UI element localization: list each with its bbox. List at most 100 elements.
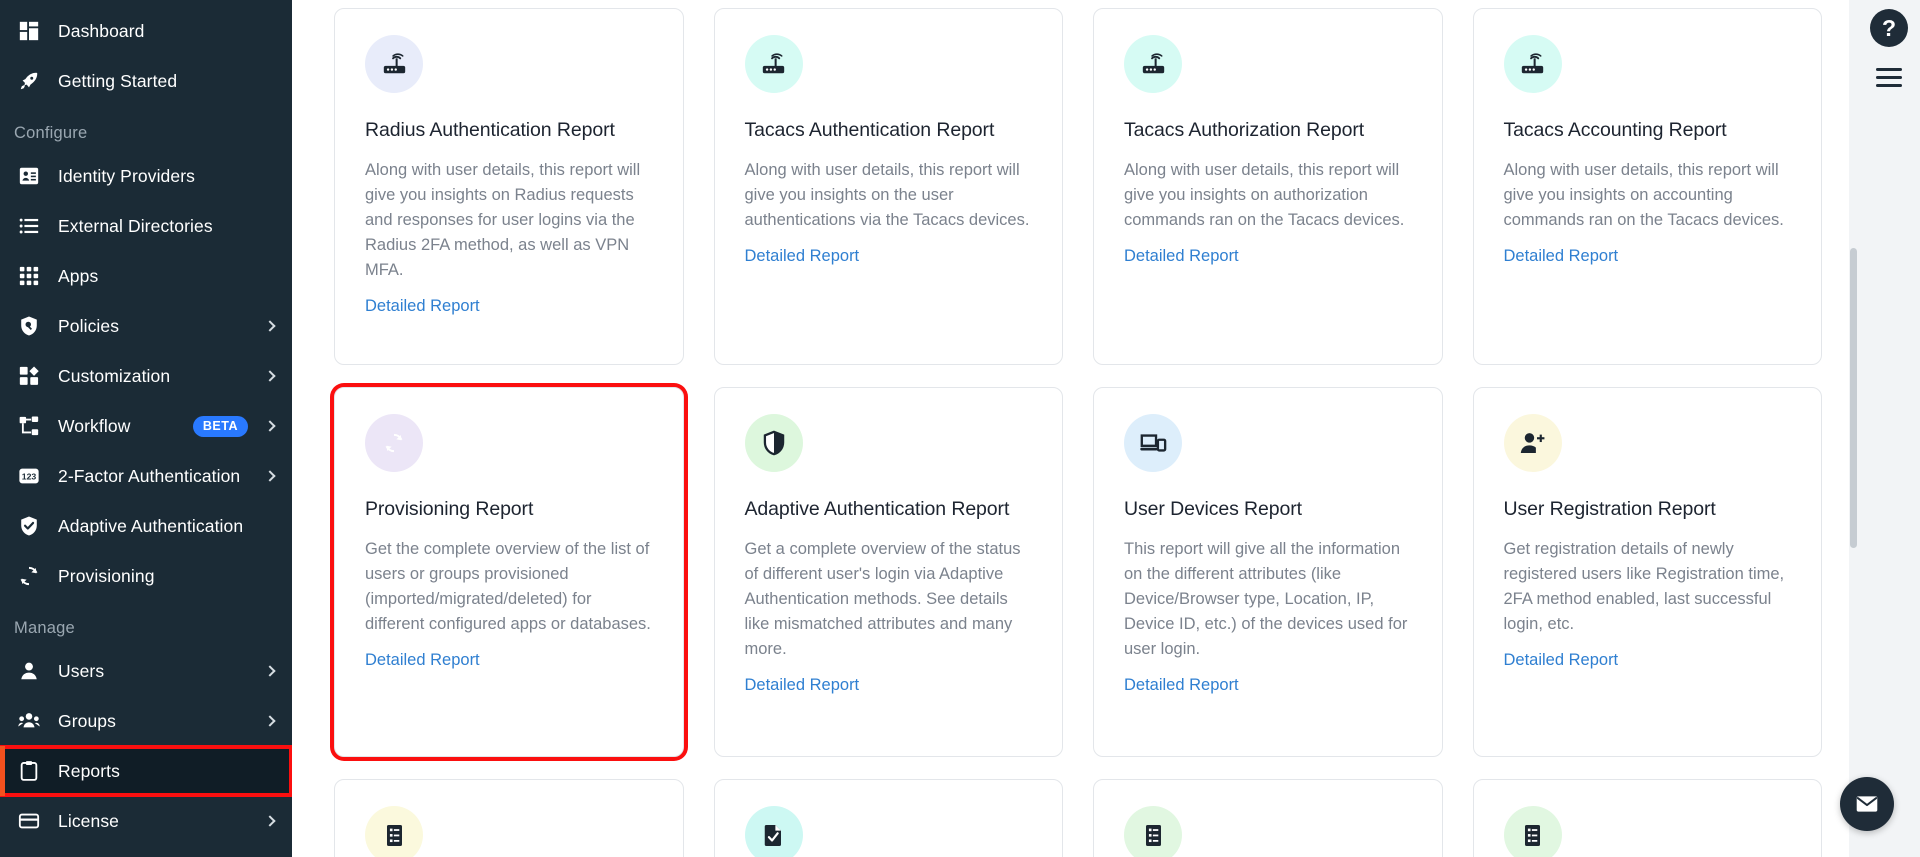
sidebar-item-label: Reports: [58, 760, 120, 781]
detailed-report-link[interactable]: Detailed Report: [745, 676, 860, 694]
router-wifi-icon: [383, 52, 405, 73]
report-card-icon: [1124, 414, 1182, 472]
document-list-icon: [1145, 824, 1161, 846]
workflow-icon: [19, 416, 39, 436]
beta-badge: BETA: [192, 415, 248, 437]
numbers-123-icon: 123: [14, 464, 44, 488]
sidebar-item-license[interactable]: License: [0, 796, 292, 846]
report-card[interactable]: [334, 779, 684, 857]
sidebar-item-groups[interactable]: Groups: [0, 696, 292, 746]
right-utility-rail: ?: [1858, 0, 1920, 857]
detailed-report-link[interactable]: Detailed Report: [745, 247, 860, 265]
report-card[interactable]: Tacacs Authorization Report Along with u…: [1093, 8, 1443, 365]
main-scrollbar-track[interactable]: [1849, 0, 1858, 857]
detailed-report-link[interactable]: Detailed Report: [1504, 651, 1619, 669]
chevron-right-icon[interactable]: [264, 815, 276, 827]
sidebar-item-policies[interactable]: Policies: [0, 301, 292, 351]
sidebar-item-customization[interactable]: Customization: [0, 351, 292, 401]
devices-icon: [1140, 434, 1167, 452]
sidebar-item-provisioning[interactable]: Provisioning: [0, 551, 292, 601]
report-card[interactable]: Radius Authentication Report Along with …: [334, 8, 684, 365]
sidebar-item-2-factor-authentication[interactable]: 123 2-Factor Authentication: [0, 451, 292, 501]
detailed-report-link[interactable]: Detailed Report: [1504, 247, 1619, 265]
user-icon: [14, 659, 44, 683]
envelope-icon: [1856, 796, 1878, 812]
svg-text:123: 123: [22, 472, 37, 482]
detailed-report-link[interactable]: Detailed Report: [365, 651, 480, 669]
shield-icon: [763, 430, 784, 456]
sidebar-item-getting-started[interactable]: Getting Started: [0, 56, 292, 106]
grid-apps-icon: [14, 264, 44, 288]
sync-icon: [14, 564, 44, 588]
report-card-description: Along with user details, this report wil…: [1503, 161, 1784, 230]
sidebar-item-label: Identity Providers: [58, 165, 195, 186]
grid-apps-icon: [19, 266, 39, 286]
sidebar-item-dashboard[interactable]: Dashboard: [0, 6, 292, 56]
contact-chat-button[interactable]: [1840, 777, 1894, 831]
report-card[interactable]: [713, 779, 1063, 857]
shield-check-icon: [14, 514, 44, 538]
numbers-123-icon: 123: [19, 468, 39, 484]
report-card-icon: [744, 414, 803, 472]
chevron-right-icon[interactable]: [264, 470, 276, 482]
workflow-icon: [14, 414, 44, 438]
report-card[interactable]: Provisioning Report Get the complete ove…: [334, 387, 684, 757]
report-card[interactable]: Adaptive Authentication Report Get a com…: [713, 387, 1063, 757]
report-card-icon: [365, 35, 423, 93]
sidebar-item-label: Getting Started: [58, 70, 178, 91]
report-card-icon: [1124, 806, 1182, 857]
help-button[interactable]: ?: [1870, 9, 1908, 47]
report-card-title: Tacacs Authentication Report: [744, 119, 995, 141]
sidebar-item-reports[interactable]: Reports: [0, 745, 292, 797]
sidebar-item-label: License: [58, 810, 120, 831]
chevron-right-icon[interactable]: [264, 370, 276, 382]
report-card[interactable]: User Devices Report This report will giv…: [1093, 387, 1443, 757]
sidebar-section-title: Manage: [14, 619, 75, 637]
report-card[interactable]: User Registration Report Get registratio…: [1472, 387, 1822, 757]
sync-icon: [20, 566, 38, 586]
card-icon: [18, 813, 40, 829]
chevron-right-icon[interactable]: [264, 420, 276, 432]
report-card[interactable]: Tacacs Accounting Report Along with user…: [1472, 8, 1822, 365]
reports-main-content: Radius Authentication Report Along with …: [292, 0, 1858, 857]
sidebar-item-apps[interactable]: Apps: [0, 251, 292, 301]
detailed-report-link[interactable]: Detailed Report: [1124, 247, 1239, 265]
report-card[interactable]: [1472, 779, 1822, 857]
document-list-icon: [1525, 824, 1540, 846]
report-card-row: Radius Authentication Report Along with …: [334, 8, 1822, 365]
sidebar-item-external-directories[interactable]: External Directories: [0, 201, 292, 251]
report-cards-grid: Radius Authentication Report Along with …: [292, 0, 1858, 857]
sidebar-section-title: Configure: [14, 124, 88, 142]
customization-icon: [19, 366, 39, 385]
main-scrollbar-thumb[interactable]: [1850, 248, 1857, 548]
groups-icon: [14, 709, 44, 733]
document-list-icon: [386, 824, 402, 846]
sidebar-item-workflow[interactable]: Workflow BETA: [0, 401, 292, 451]
clipboard-icon: [14, 759, 44, 783]
report-card[interactable]: [1093, 779, 1443, 857]
detailed-report-link[interactable]: Detailed Report: [1124, 676, 1239, 694]
document-check-icon: [764, 824, 781, 846]
id-card-icon: [19, 167, 39, 185]
sync-icon: [385, 433, 403, 453]
report-card-icon: [365, 806, 423, 857]
detailed-report-link[interactable]: Detailed Report: [365, 297, 480, 315]
policy-shield-icon: [21, 316, 37, 336]
sidebar-item-users[interactable]: Users: [0, 646, 292, 696]
chevron-right-icon[interactable]: [264, 320, 276, 332]
report-card[interactable]: Tacacs Authentication Report Along with …: [713, 8, 1063, 365]
hamburger-menu-icon[interactable]: [1876, 68, 1902, 87]
sidebar-item-identity-providers[interactable]: Identity Providers: [0, 151, 292, 201]
chevron-right-icon[interactable]: [264, 665, 276, 677]
sidebar-item-adaptive-authentication[interactable]: Adaptive Authentication: [0, 501, 292, 551]
sidebar-item-label: Customization: [58, 365, 171, 386]
policy-shield-icon: [14, 314, 44, 338]
report-card-description: Along with user details, this report wil…: [365, 161, 641, 280]
sidebar-item-label: Workflow: [58, 415, 131, 436]
dashboard-icon: [14, 19, 44, 43]
chevron-right-icon[interactable]: [264, 715, 276, 727]
card-icon: [14, 809, 44, 833]
report-card-icon: [365, 414, 423, 472]
router-wifi-icon: [1142, 52, 1164, 73]
report-card-description: This report will give all the informatio…: [1124, 540, 1408, 659]
